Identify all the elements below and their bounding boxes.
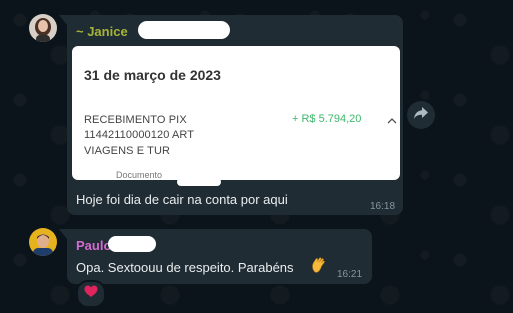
heart-icon: [84, 285, 98, 303]
bank-receipt-image[interactable]: 31 de março de 2023 RECEBIMENTO PIX 1144…: [72, 46, 400, 180]
reaction-badge[interactable]: [76, 280, 106, 308]
receipt-description-line-1: RECEBIMENTO PIX: [84, 114, 187, 126]
message-time: 16:18: [370, 201, 396, 212]
avatar-paulo[interactable]: [29, 228, 57, 256]
waving-hand-icon: [310, 256, 328, 274]
chevron-up-icon: [386, 113, 398, 124]
sender-name[interactable]: Paulo: [76, 238, 111, 253]
forward-button[interactable]: [407, 101, 435, 129]
receipt-date: 31 de março de 2023: [84, 67, 221, 83]
avatar-janice[interactable]: [29, 14, 57, 42]
message-text: Hoje foi dia de cair na conta por aqui: [76, 192, 288, 207]
message-time: 16:21: [337, 269, 363, 280]
receipt-description-line-3: VIAGENS E TUR: [84, 145, 171, 157]
message-text: Opa. Sextoouu de respeito. Parabéns: [76, 260, 294, 275]
redacted-phone: [138, 21, 230, 39]
receipt-footer-label: Documento: [116, 170, 163, 180]
sender-name[interactable]: ~ Janice: [76, 24, 128, 39]
receipt-amount: + R$ 5.794,20: [292, 113, 362, 125]
redacted-smudge: [177, 178, 221, 186]
message-bubble-paulo[interactable]: Paulo Opa. Sextoouu de respeito. Parabén…: [59, 229, 372, 284]
redacted-phone: [108, 236, 156, 252]
forward-icon: [413, 106, 429, 125]
receipt-description-line-2: 11442110000120 ART: [84, 129, 195, 141]
message-bubble-janice[interactable]: ~ Janice 31 de março de 2023 RECEBIMENTO…: [59, 15, 403, 215]
chat-conversation: ~ Janice 31 de março de 2023 RECEBIMENTO…: [0, 0, 513, 313]
